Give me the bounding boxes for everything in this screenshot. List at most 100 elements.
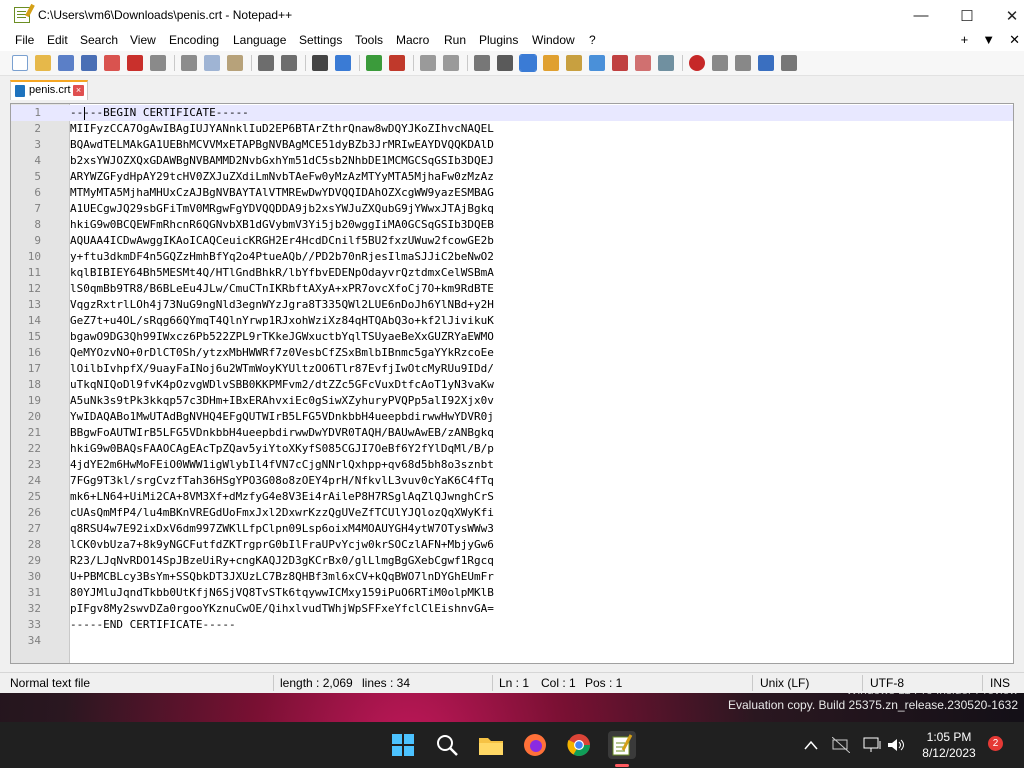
close-icon[interactable] [104, 55, 120, 71]
editor-line[interactable]: 11 kqlBIBIEY64Bh5MESMt4Q/HTlGndBhkR/lbYfb… [11, 265, 1013, 281]
status-encoding[interactable]: UTF-8 [870, 676, 904, 690]
notepadpp-taskbar-button[interactable] [608, 731, 636, 759]
sync-vertical-icon[interactable] [420, 55, 436, 71]
editor-line[interactable]: 33 -----END CERTIFICATE----- [11, 617, 1013, 633]
firefox-button[interactable] [521, 731, 549, 759]
redo-icon[interactable] [281, 55, 297, 71]
print-icon[interactable] [150, 55, 166, 71]
paste-icon[interactable] [227, 55, 243, 71]
macro-save-icon[interactable] [781, 55, 797, 71]
macro-play-icon[interactable] [735, 55, 751, 71]
search-button[interactable] [433, 731, 461, 759]
close-all-icon[interactable] [127, 55, 143, 71]
editor-line[interactable]: 32 pIFgv8My2swvDZa0rgooYKznuCwOE/Qihxlvud… [11, 601, 1013, 617]
editor-line[interactable]: 17 lOilbIvhpfX/9uayFaINoj6u2WTmWoyKYUltzO… [11, 361, 1013, 377]
editor-line[interactable]: 24 7FGg9T3kl/srgCvzfTah36HSgYPO3G08o8zOEY… [11, 473, 1013, 489]
editor-line[interactable]: 25 mk6+LN64+UiMi2CA+8VM3Xf+dMzfyG4e8V3Ei4… [11, 489, 1013, 505]
close-document-button[interactable]: ✕ [1009, 32, 1020, 48]
eye-icon[interactable] [658, 55, 674, 71]
macro-record-icon[interactable] [689, 55, 705, 71]
maximize-button[interactable]: ☐ [944, 0, 990, 31]
editor-line[interactable]: 22 hkiG9w0BAQsFAAOCAgEAcTpZQav5yiYtoXKyfS… [11, 441, 1013, 457]
editor-line[interactable]: 28 lCK0vbUza7+8k9yNGCFutfdZKTrgprG0bIlFra… [11, 537, 1013, 553]
menu-window[interactable]: Window [532, 33, 575, 47]
chrome-button[interactable] [565, 731, 593, 759]
editor-line[interactable]: 26 cUAsQmMfP4/lu4mBKnVREGdUoFmxJxl2DxwrKz… [11, 505, 1013, 521]
sync-horizontal-icon[interactable] [443, 55, 459, 71]
tab-list-dropdown[interactable]: ▼ [982, 32, 995, 48]
show-hidden-icons-button[interactable] [797, 731, 825, 759]
start-button[interactable] [389, 731, 417, 759]
tab-penis-crt[interactable]: penis.crt × [10, 80, 88, 100]
word-wrap-icon[interactable] [474, 55, 490, 71]
status-insert-mode[interactable]: INS [990, 676, 1010, 690]
editor-line[interactable]: 8 hkiG9w0BCQEWFmRhcnR6QGNvbXB1dGVybmV3Yi5… [11, 217, 1013, 233]
status-eol[interactable]: Unix (LF) [760, 676, 809, 690]
tab-close-icon[interactable]: × [73, 85, 84, 96]
volume-button[interactable] [882, 731, 910, 759]
menu-tools[interactable]: Tools [355, 33, 383, 47]
editor-line[interactable]: 9 AQUAA4ICDwAwggIKAoICAQCeuicKRGH2Er4HcdD… [11, 233, 1013, 249]
cut-icon[interactable] [181, 55, 197, 71]
editor-line[interactable]: 27 q8RSU4w7E92ixDxV6dm997ZWKlLfpClpn09Lsp… [11, 521, 1013, 537]
text-editor[interactable]: 1 -----BEGIN CERTIFICATE----- 2 MIIFyzCCA7O… [10, 103, 1014, 664]
macro-stop-icon[interactable] [712, 55, 728, 71]
editor-line[interactable]: 30 U+PBMCBLcy3BsYm+SSQbkDT3JXUzLC7Bz8QHBf… [11, 569, 1013, 585]
menu-help[interactable]: ? [589, 33, 596, 47]
show-all-characters-icon[interactable] [497, 55, 513, 71]
editor-line[interactable]: 29 R23/LJqNvRDO14SpJBzeUiRy+cngKAQJ2D3gKC… [11, 553, 1013, 569]
zoom-out-icon[interactable] [389, 55, 405, 71]
indent-guide-icon[interactable] [519, 54, 537, 72]
notification-badge[interactable]: 2 [988, 736, 1003, 751]
title-bar[interactable]: C:\Users\vm6\Downloads\penis.crt - Notep… [0, 0, 1024, 31]
horizontal-scrollbar[interactable] [10, 664, 1014, 670]
editor-line[interactable]: 5 ARYWZGFydHpAY29tcHV0ZXJuZXdiLmNvbTAeFw0… [11, 169, 1013, 185]
menu-edit[interactable]: Edit [47, 33, 68, 47]
editor-line[interactable]: 7 A1UECgwJQ29sbGFiTmV0MRgwFgYDVQQDDA9jb2x… [11, 201, 1013, 217]
taskbar-clock[interactable]: 1:05 PM 8/12/2023 [908, 729, 990, 761]
editor-line[interactable]: 31 80YJMluJqndTkbb0UtKfjN6SjVQ8TvSTk6tqyw… [11, 585, 1013, 601]
copy-icon[interactable] [204, 55, 220, 71]
menu-view[interactable]: View [130, 33, 156, 47]
menu-plugins[interactable]: Plugins [479, 33, 518, 47]
editor-line[interactable]: 23 4jdYE2m6HwMoFEiO0WWW1igWlybIl4fVN7cCjg… [11, 457, 1013, 473]
zoom-in-icon[interactable] [366, 55, 382, 71]
editor-line[interactable]: 34 [11, 633, 1013, 649]
editor-line[interactable]: 19 A5uNk3s9tPk3kkqp57c3DHm+IBxERAhvxiEc0g… [11, 393, 1013, 409]
editor-line[interactable]: 4 b2xsYWJOZXQxGDAWBgNVBAMMD2NvbGxhYm51dC5… [11, 153, 1013, 169]
replace-icon[interactable] [335, 55, 351, 71]
editor-line[interactable]: 14 GeZ7t+u4OL/sRqg66QYmqT4QlnYrwp1RJxohWz… [11, 313, 1013, 329]
define-language-icon[interactable] [543, 55, 559, 71]
file-explorer-button[interactable] [477, 731, 505, 759]
folder-workspace-icon[interactable] [612, 55, 628, 71]
function-list-icon[interactable] [589, 55, 605, 71]
editor-line[interactable]: 15 bgawO9DG3Qh99IWxcz6Pb522ZPL9rTKkeJGWxu… [11, 329, 1013, 345]
menu-file[interactable]: File [15, 33, 34, 47]
new-tab-button[interactable]: + [961, 32, 969, 48]
new-file-icon[interactable] [12, 55, 28, 71]
notepadpp-app-icon[interactable] [14, 7, 30, 23]
menu-run[interactable]: Run [444, 33, 466, 47]
document-map-icon[interactable] [566, 55, 582, 71]
save-all-icon[interactable] [81, 55, 97, 71]
monitoring-icon[interactable] [635, 55, 651, 71]
close-window-button[interactable]: ✕ [989, 0, 1024, 31]
editor-line[interactable]: 20 YwIDAQABo1MwUTAdBgNVHQ4EFgQUTWIrB5LFG5… [11, 409, 1013, 425]
editor-line[interactable]: 13 VqgzRxtrlLOh4j73NuG9ngNld3egnWYzJgra8T… [11, 297, 1013, 313]
editor-line[interactable]: 6 MTMyMTA5MjhaMHUxCzAJBgNVBAYTAlVTMREwDwY… [11, 185, 1013, 201]
editor-line[interactable]: 21 BBgwFoAUTWIrB5LFG5VDnkbbH4ueepbdirwwDw… [11, 425, 1013, 441]
editor-line[interactable]: 18 uTkqNIQoDl9fvK4pOzvgWDlvSBB0KKPMFvm2/d… [11, 377, 1013, 393]
menu-search[interactable]: Search [80, 33, 118, 47]
network-tray-button[interactable] [827, 731, 855, 759]
menu-settings[interactable]: Settings [299, 33, 342, 47]
editor-line[interactable]: 2 MIIFyzCCA7OgAwIBAgIUJYANnklIuD2EP6BTArZ… [11, 121, 1013, 137]
undo-icon[interactable] [258, 55, 274, 71]
find-icon[interactable] [312, 55, 328, 71]
save-icon[interactable] [58, 55, 74, 71]
menu-encoding[interactable]: Encoding [169, 33, 219, 47]
editor-line[interactable]: 12 lS0qmBb9TR8/B6BLeEu4JLw/CmuCTnIKRbftAX… [11, 281, 1013, 297]
editor-line[interactable]: 1 -----BEGIN CERTIFICATE----- [11, 105, 1013, 121]
minimize-button[interactable]: — [898, 0, 944, 31]
menu-macro[interactable]: Macro [396, 33, 429, 47]
menu-language[interactable]: Language [233, 33, 286, 47]
